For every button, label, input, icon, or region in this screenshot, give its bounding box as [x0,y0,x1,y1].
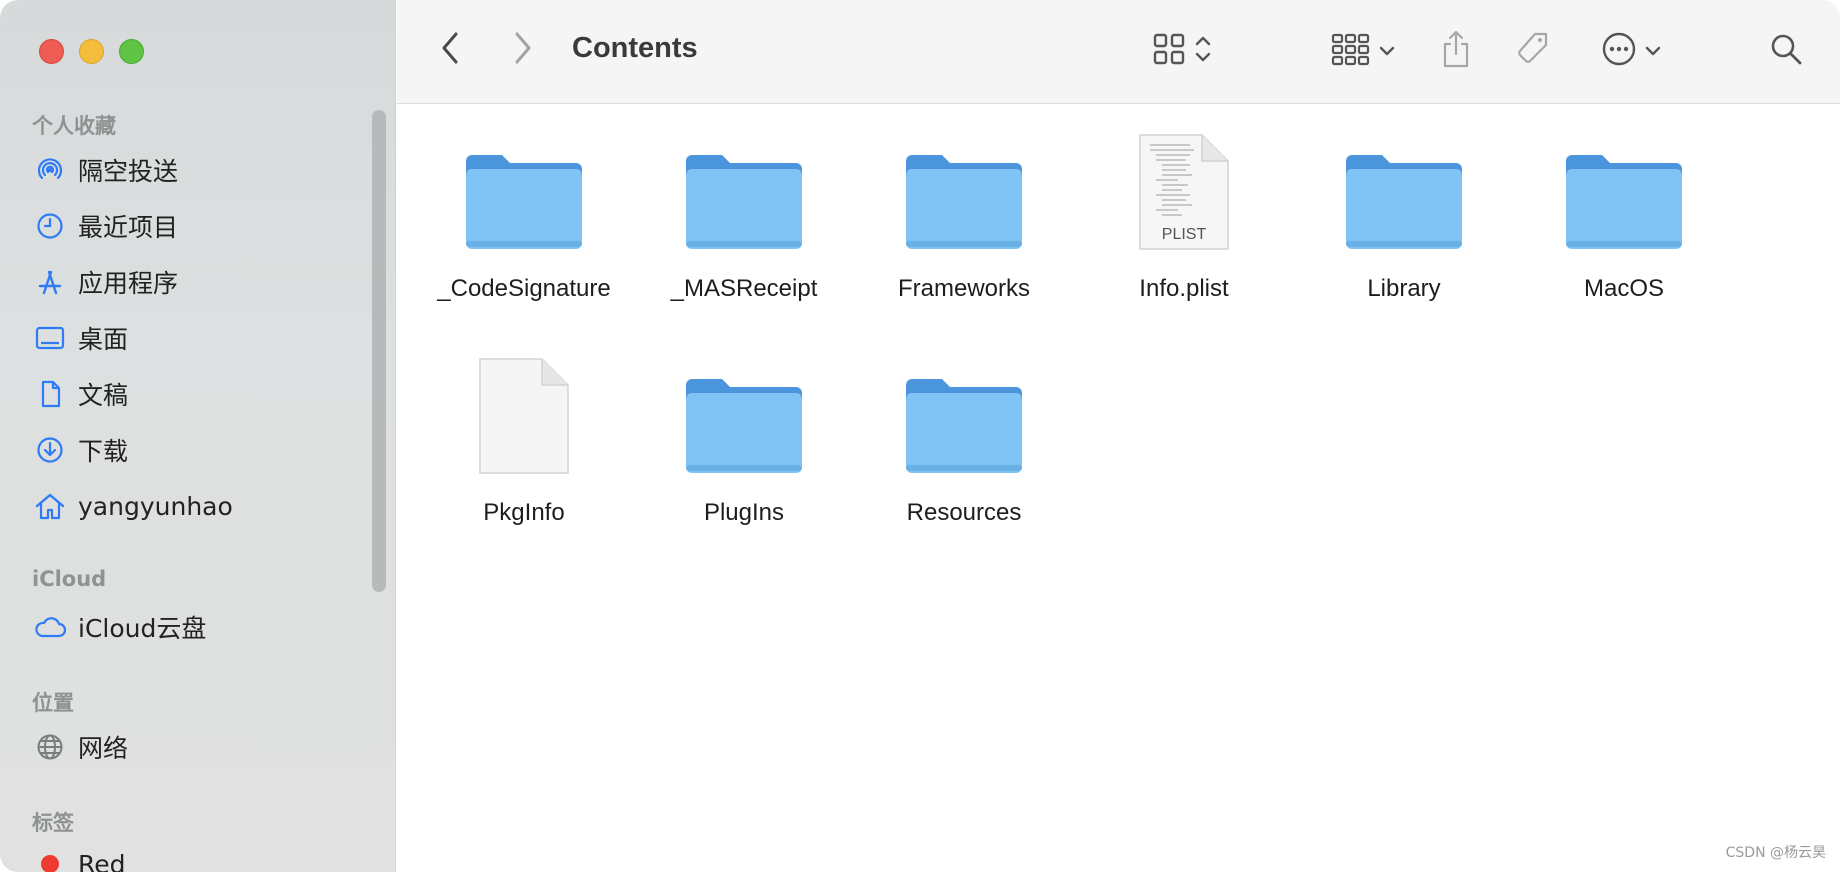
file-name: _CodeSignature [437,275,611,302]
more-actions-button[interactable] [1594,28,1668,74]
red-tag-dot-icon [32,846,68,872]
cloud-icon [32,609,68,645]
tags-section-title: 标签 [32,811,74,835]
folder-icon [894,133,1034,253]
sidebar-item-label: 应用程序 [78,269,179,298]
favorites-section-title: 个人收藏 [32,114,116,138]
close-window-button[interactable] [39,39,64,64]
search-icon [1769,32,1803,70]
folder-icon [674,357,814,477]
file-item[interactable]: _CodeSignature [424,133,624,333]
generic-file-icon [454,357,594,477]
sidebar-item-label: 文稿 [78,381,129,410]
sidebar-item-tag-red[interactable]: Red [32,842,372,872]
sidebar-item-desktop[interactable]: 桌面 [32,316,372,360]
applications-icon [32,264,68,300]
sidebar-item-downloads[interactable]: 下载 [32,428,372,472]
file-grid: _CodeSignature _MASReceipt Frameworks PLIST… [397,105,1840,872]
file-name: Frameworks [897,275,1030,302]
up-down-chevron-icon [1194,32,1212,70]
sidebar-item-applications[interactable]: 应用程序 [32,260,372,304]
minimize-window-button[interactable] [79,39,104,64]
file-item[interactable]: PLIST Info.plist [1084,133,1284,333]
plist-file-icon: PLIST [1114,133,1254,253]
sidebar-item-label: 最近项目 [78,213,179,242]
file-name: Resources [906,499,1022,526]
sidebar-item-label: yangyunhao [78,491,233,521]
share-icon [1440,29,1472,73]
sidebar-item-label: Red [78,849,126,872]
plist-badge-text: PLIST [1162,226,1207,243]
file-name: _MASReceipt [670,275,818,302]
zoom-window-button[interactable] [119,39,144,64]
file-item[interactable]: PkgInfo [424,357,624,557]
sidebar-item-label: 隔空投送 [78,157,179,186]
back-button[interactable] [432,30,468,70]
sidebar-item-label: 下载 [78,437,129,466]
file-name: Info.plist [1139,275,1229,302]
file-item[interactable]: _MASReceipt [644,133,844,333]
file-name: MacOS [1583,275,1664,302]
file-item[interactable]: Frameworks [864,133,1064,333]
chevron-down-icon [1645,42,1661,61]
icloud-section-title: iCloud [32,567,107,591]
ellipsis-circle-icon [1601,31,1637,71]
folder-icon [894,357,1034,477]
sidebar: 个人收藏 隔空投送 最近项目 应用程序 桌面 文稿 下载 yangyunhao … [0,0,396,872]
home-icon [32,488,68,524]
view-mode-button[interactable] [1146,28,1218,74]
sidebar-item-documents[interactable]: 文稿 [32,372,372,416]
file-item[interactable]: Resources [864,357,1064,557]
group-by-button[interactable] [1325,28,1401,74]
airdrop-icon [32,152,68,188]
folder-icon [1554,133,1694,253]
share-button[interactable] [1434,26,1478,76]
search-button[interactable] [1766,30,1806,72]
document-icon [32,376,68,412]
download-icon [32,432,68,468]
chevron-down-icon [1379,42,1395,61]
tag-button[interactable] [1510,28,1556,74]
chevron-right-icon [512,30,534,70]
forward-button[interactable] [505,30,541,70]
file-item[interactable]: Library [1304,133,1504,333]
sidebar-scrollbar[interactable] [372,110,386,592]
file-item[interactable]: MacOS [1524,133,1724,333]
watermark: CSDN @杨云昊 [1725,845,1826,861]
window-title: Contents [572,32,698,64]
desktop-icon [32,320,68,356]
clock-icon [32,208,68,244]
globe-icon [32,729,68,765]
folder-icon [1334,133,1474,253]
file-name: PkgInfo [483,499,565,526]
grid-view-icon [1152,32,1186,70]
locations-section-title: 位置 [32,691,74,715]
tag-icon [1514,30,1552,72]
folder-icon [454,133,594,253]
sidebar-item-network[interactable]: 网络 [32,725,372,769]
group-icon [1331,32,1371,70]
sidebar-item-label: 桌面 [78,325,129,354]
chevron-left-icon [439,30,461,70]
folder-icon [674,133,814,253]
sidebar-item-home[interactable]: yangyunhao [32,484,372,528]
sidebar-item-label: 网络 [78,734,129,763]
file-item[interactable]: PlugIns [644,357,844,557]
file-name: Library [1367,275,1441,302]
sidebar-item-airdrop[interactable]: 隔空投送 [32,148,372,192]
sidebar-item-icloud-drive[interactable]: iCloud云盘 [32,605,372,649]
sidebar-item-recents[interactable]: 最近项目 [32,204,372,248]
file-name: PlugIns [703,499,785,526]
finder-window: 个人收藏 隔空投送 最近项目 应用程序 桌面 文稿 下载 yangyunhao … [0,0,1840,872]
sidebar-item-label: iCloud云盘 [78,614,207,643]
